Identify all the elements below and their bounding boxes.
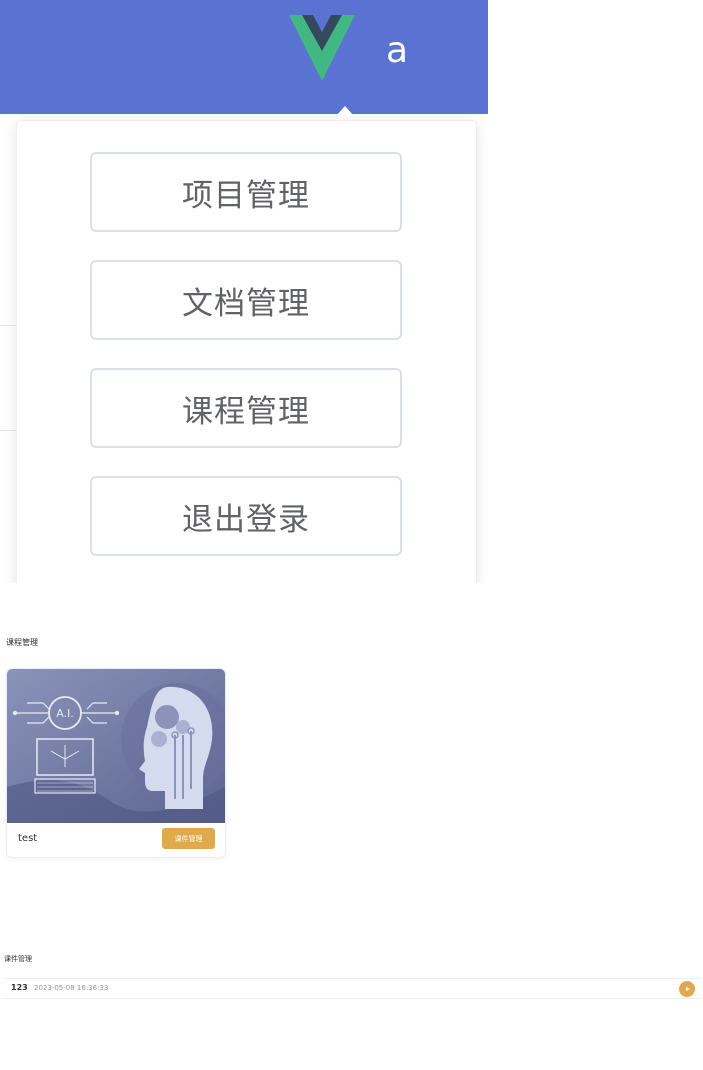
course-name: test — [18, 833, 38, 844]
lesson-timestamp: 2023-05-08 16:36:33 — [34, 984, 109, 992]
header-dropdown-zoom: a 项目管理 文档管理 课程管理 退出登录 — [0, 0, 488, 583]
user-dropdown-menu: 项目管理 文档管理 课程管理 退出登录 — [16, 120, 477, 583]
play-button[interactable] — [679, 981, 695, 997]
user-avatar-initial[interactable]: a — [386, 24, 408, 78]
menu-item-logout[interactable]: 退出登录 — [90, 476, 402, 556]
vue-logo-icon — [289, 15, 355, 81]
play-icon — [685, 987, 690, 991]
menu-item-label: 文档管理 — [182, 285, 310, 322]
courseware-management-button[interactable]: 课件管理 — [162, 828, 215, 849]
menu-item-label: 项目管理 — [182, 177, 310, 214]
svg-text:A.I.: A.I. — [56, 707, 74, 720]
ai-brain-cover-image: A.I. — [7, 669, 225, 823]
dropdown-caret — [336, 106, 354, 116]
page: a 项目管理 文档管理 课程管理 退出登录 课程管理 A.I. test 课件管… — [0, 0, 703, 1070]
course-card[interactable]: A.I. test 课件管理 — [6, 668, 226, 858]
course-section-title: 课程管理 — [6, 638, 38, 647]
menu-item-course-management[interactable]: 课程管理 — [90, 368, 402, 448]
lesson-section-title: 课件管理 — [4, 955, 32, 963]
menu-item-label: 课程管理 — [182, 393, 310, 430]
lesson-row[interactable]: 123 2023-05-08 16:36:33 — [3, 978, 702, 999]
menu-item-project-management[interactable]: 项目管理 — [90, 152, 402, 232]
lesson-name: 123 — [11, 983, 28, 992]
menu-item-document-management[interactable]: 文档管理 — [90, 260, 402, 340]
menu-item-label: 退出登录 — [182, 501, 310, 538]
header-bar: a — [0, 0, 488, 114]
